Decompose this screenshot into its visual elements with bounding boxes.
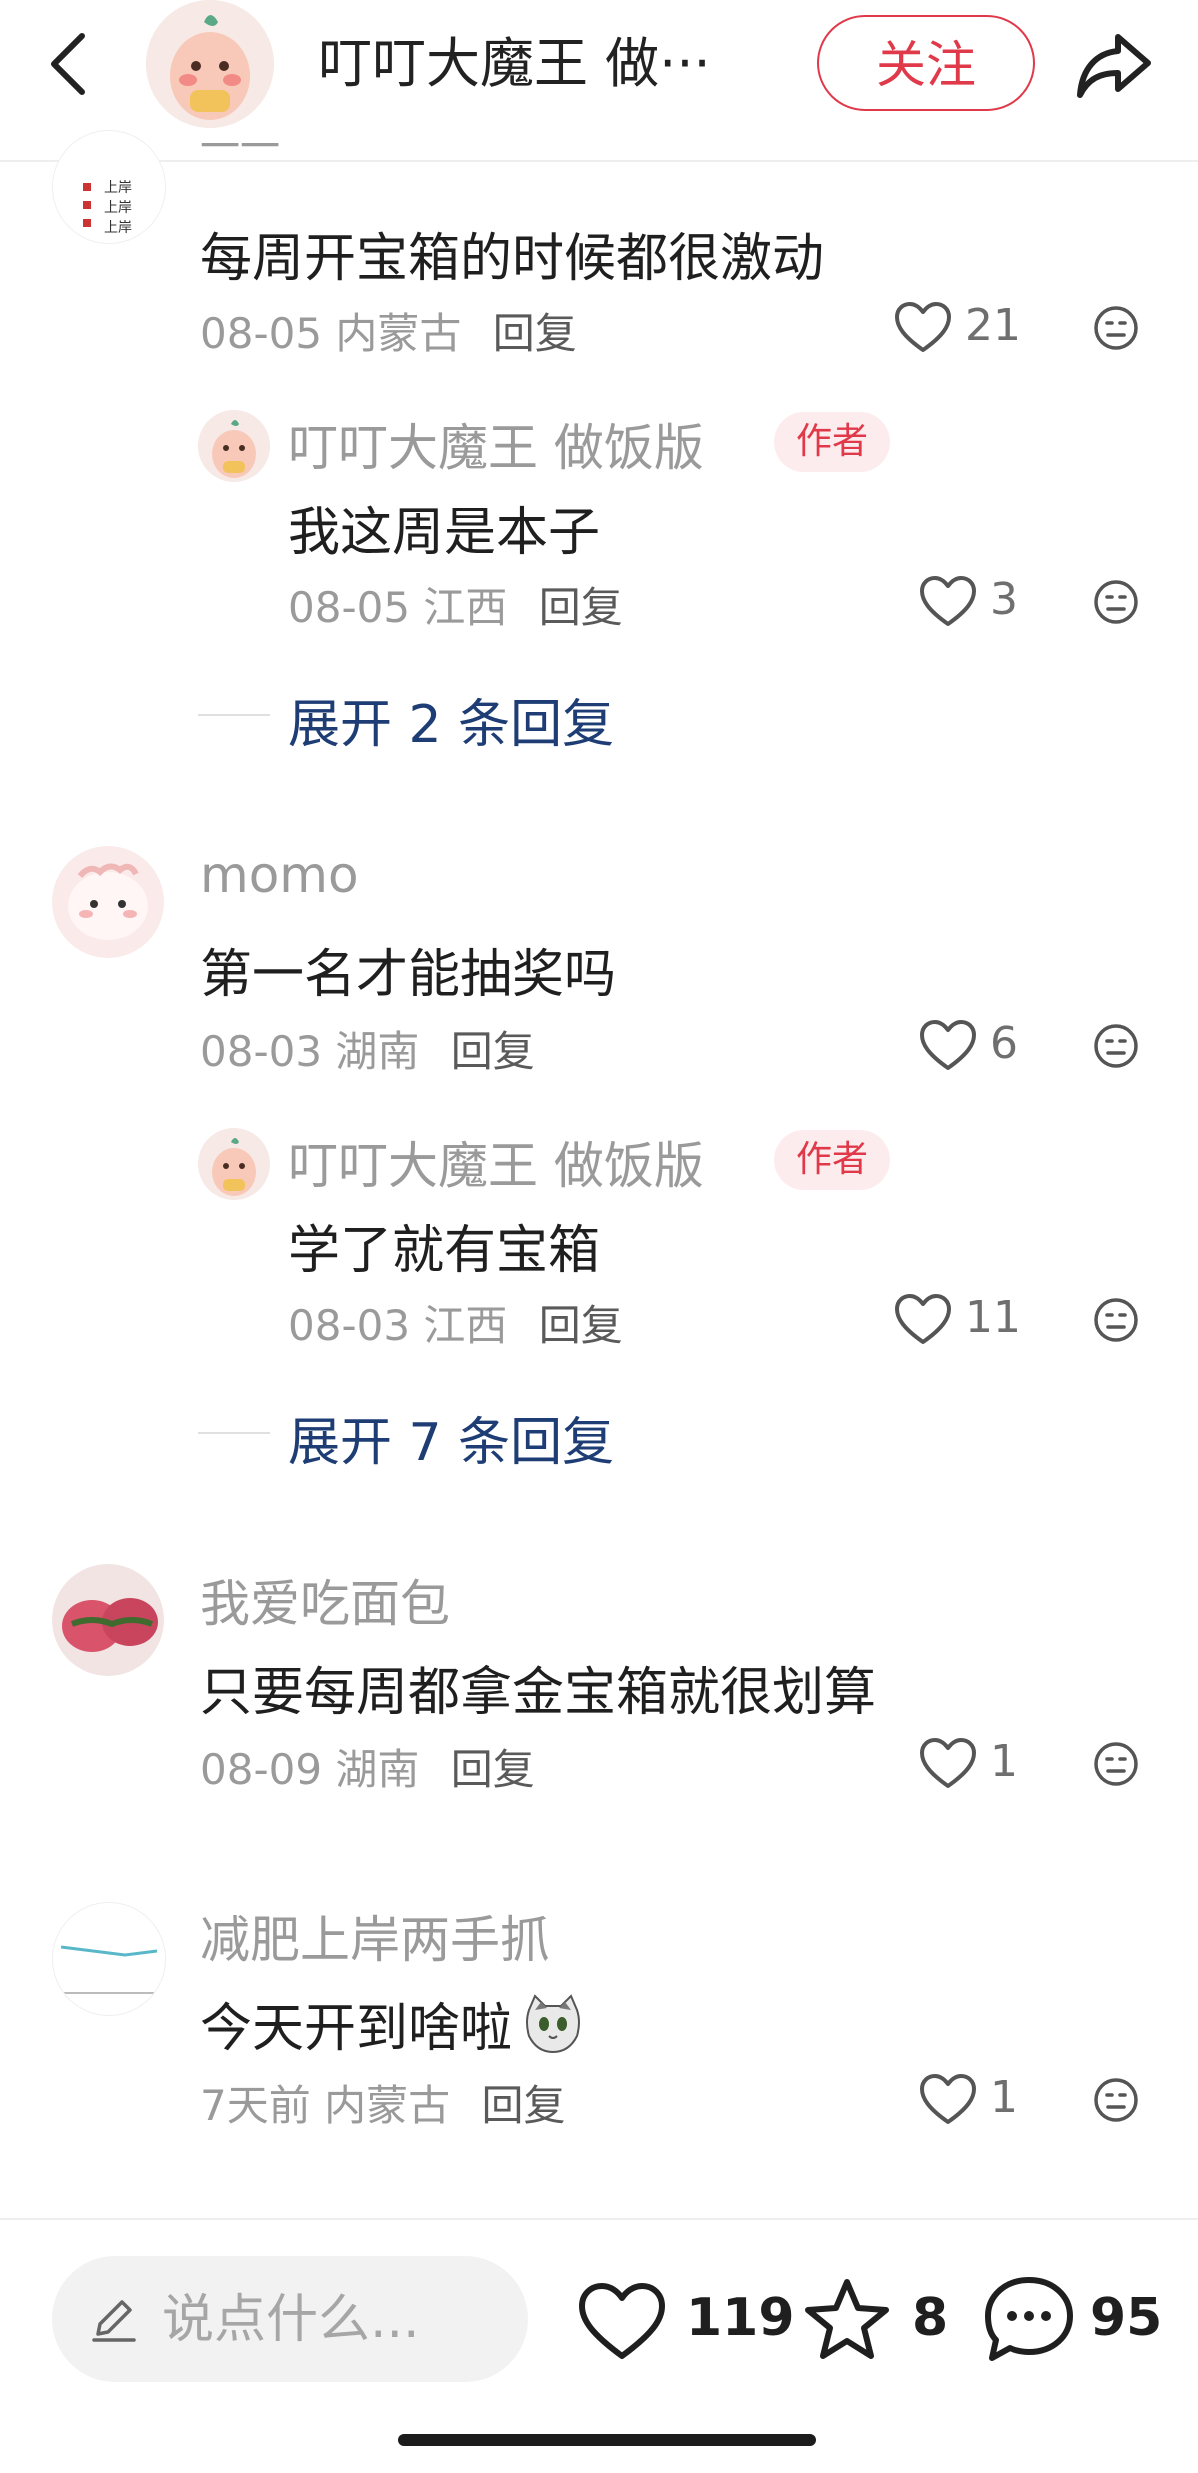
commenter-name[interactable]: 我爱吃面包 [200, 1564, 450, 1636]
expand-replies-link[interactable]: 展开 2 条回复 [288, 682, 614, 757]
comment-count: 95 [1090, 2288, 1163, 2348]
top-nav-bar: 叮叮大魔王 做··· 关注 [0, 0, 1198, 162]
comment-date: 7天前 [200, 2081, 311, 2130]
comment-location: 湖南 [335, 1745, 420, 1794]
author-avatar[interactable] [146, 0, 274, 128]
reply-author-name[interactable]: 叮叮大魔王 做饭版 [288, 1126, 704, 1198]
input-placeholder[interactable]: 说点什么... [162, 2280, 420, 2360]
like-count: 1 [990, 2072, 1018, 2123]
reply-button[interactable]: 回复 [493, 309, 577, 358]
like-count: 3 [990, 574, 1018, 625]
comment-bubble-icon[interactable] [982, 2274, 1076, 2366]
comment-meta: 08-09 湖南 回复 [200, 1736, 535, 1797]
like-icon[interactable] [893, 300, 953, 354]
reply-location: 江西 [423, 1301, 508, 1350]
reply-avatar[interactable] [198, 410, 270, 482]
dislike-face-icon[interactable] [1092, 1740, 1140, 1788]
reply-avatar[interactable] [198, 1128, 270, 1200]
avatar-badge-text: 上岸 上岸 上岸 [104, 180, 132, 236]
expand-replies-link[interactable]: 展开 7 条回复 [288, 1400, 614, 1475]
reply-button[interactable]: 回复 [451, 1027, 535, 1076]
star-icon[interactable] [802, 2276, 892, 2362]
like-count: 119 [686, 2288, 795, 2348]
dislike-face-icon[interactable] [1092, 1022, 1140, 1070]
comment-date: 08-09 [200, 1745, 323, 1794]
comment-text[interactable]: 每周开宝箱的时候都很激动 [200, 216, 824, 291]
commenter-avatar[interactable] [52, 1564, 164, 1676]
author-badge: 作者 [774, 1130, 891, 1190]
like-icon[interactable] [576, 2280, 668, 2362]
commenter-avatar[interactable] [52, 1902, 166, 2016]
reply-date: 08-05 [288, 583, 411, 632]
reply-meta: 08-05 江西 回复 [288, 574, 623, 635]
back-arrow-icon[interactable] [40, 28, 100, 100]
follow-button[interactable]: 关注 [817, 15, 1035, 111]
comment-text-row: 今天开到啥啦 [200, 1986, 585, 2061]
comment-meta: 7天前 内蒙古 回复 [200, 2072, 565, 2133]
reply-text[interactable]: 我这周是本子 [288, 490, 600, 565]
like-icon[interactable] [918, 1018, 978, 1072]
share-icon[interactable] [1072, 25, 1156, 105]
like-icon[interactable] [918, 1736, 978, 1790]
like-icon[interactable] [893, 1292, 953, 1346]
like-icon[interactable] [918, 574, 978, 628]
comment-text[interactable]: 今天开到啥啦 [200, 1999, 512, 2059]
comment-location: 内蒙古 [324, 2081, 451, 2130]
reply-button[interactable]: 回复 [539, 583, 623, 632]
like-count: 6 [990, 1018, 1018, 1069]
commenter-name[interactable]: 减肥上岸两手抓 [200, 1900, 550, 1972]
dislike-face-icon[interactable] [1092, 2076, 1140, 2124]
commenter-name[interactable]: momo [200, 846, 359, 904]
comment-date: 08-03 [200, 1027, 323, 1076]
like-count: 1 [990, 1736, 1018, 1787]
collect-count: 8 [912, 2288, 949, 2348]
reply-meta: 08-03 江西 回复 [288, 1292, 623, 1353]
comment-meta: 08-05 内蒙古 回复 [200, 300, 577, 361]
reply-button[interactable]: 回复 [451, 1745, 535, 1794]
comment-meta: 08-03 湖南 回复 [200, 1018, 535, 1079]
comment-text[interactable]: 只要每周都拿金宝箱就很划算 [200, 1650, 876, 1725]
reply-button[interactable]: 回复 [481, 2081, 565, 2130]
home-indicator[interactable] [398, 2434, 816, 2446]
author-name-title[interactable]: 叮叮大魔王 做··· [318, 28, 758, 100]
reply-location: 江西 [423, 583, 508, 632]
pencil-icon [92, 2300, 136, 2342]
like-count: 21 [965, 300, 1021, 351]
expand-divider [198, 714, 270, 716]
comment-text[interactable]: 第一名才能抽奖吗 [200, 932, 616, 1007]
dislike-face-icon[interactable] [1092, 578, 1140, 626]
cat-emoji-icon [526, 1994, 581, 2054]
comment-date: 08-05 [200, 309, 323, 358]
reply-date: 08-03 [288, 1301, 411, 1350]
dislike-face-icon[interactable] [1092, 304, 1140, 352]
reply-text[interactable]: 学了就有宝箱 [288, 1208, 600, 1283]
reply-author-name[interactable]: 叮叮大魔王 做饭版 [288, 408, 704, 480]
like-icon[interactable] [918, 2072, 978, 2126]
dislike-face-icon[interactable] [1092, 1296, 1140, 1344]
expand-divider [198, 1432, 270, 1434]
like-count: 11 [965, 1292, 1021, 1343]
comment-location: 湖南 [335, 1027, 420, 1076]
author-badge: 作者 [774, 412, 891, 472]
commenter-name[interactable]: 一一 [200, 132, 280, 156]
comment-location: 内蒙古 [335, 309, 462, 358]
reply-button[interactable]: 回复 [539, 1301, 623, 1350]
commenter-avatar[interactable] [52, 846, 164, 958]
